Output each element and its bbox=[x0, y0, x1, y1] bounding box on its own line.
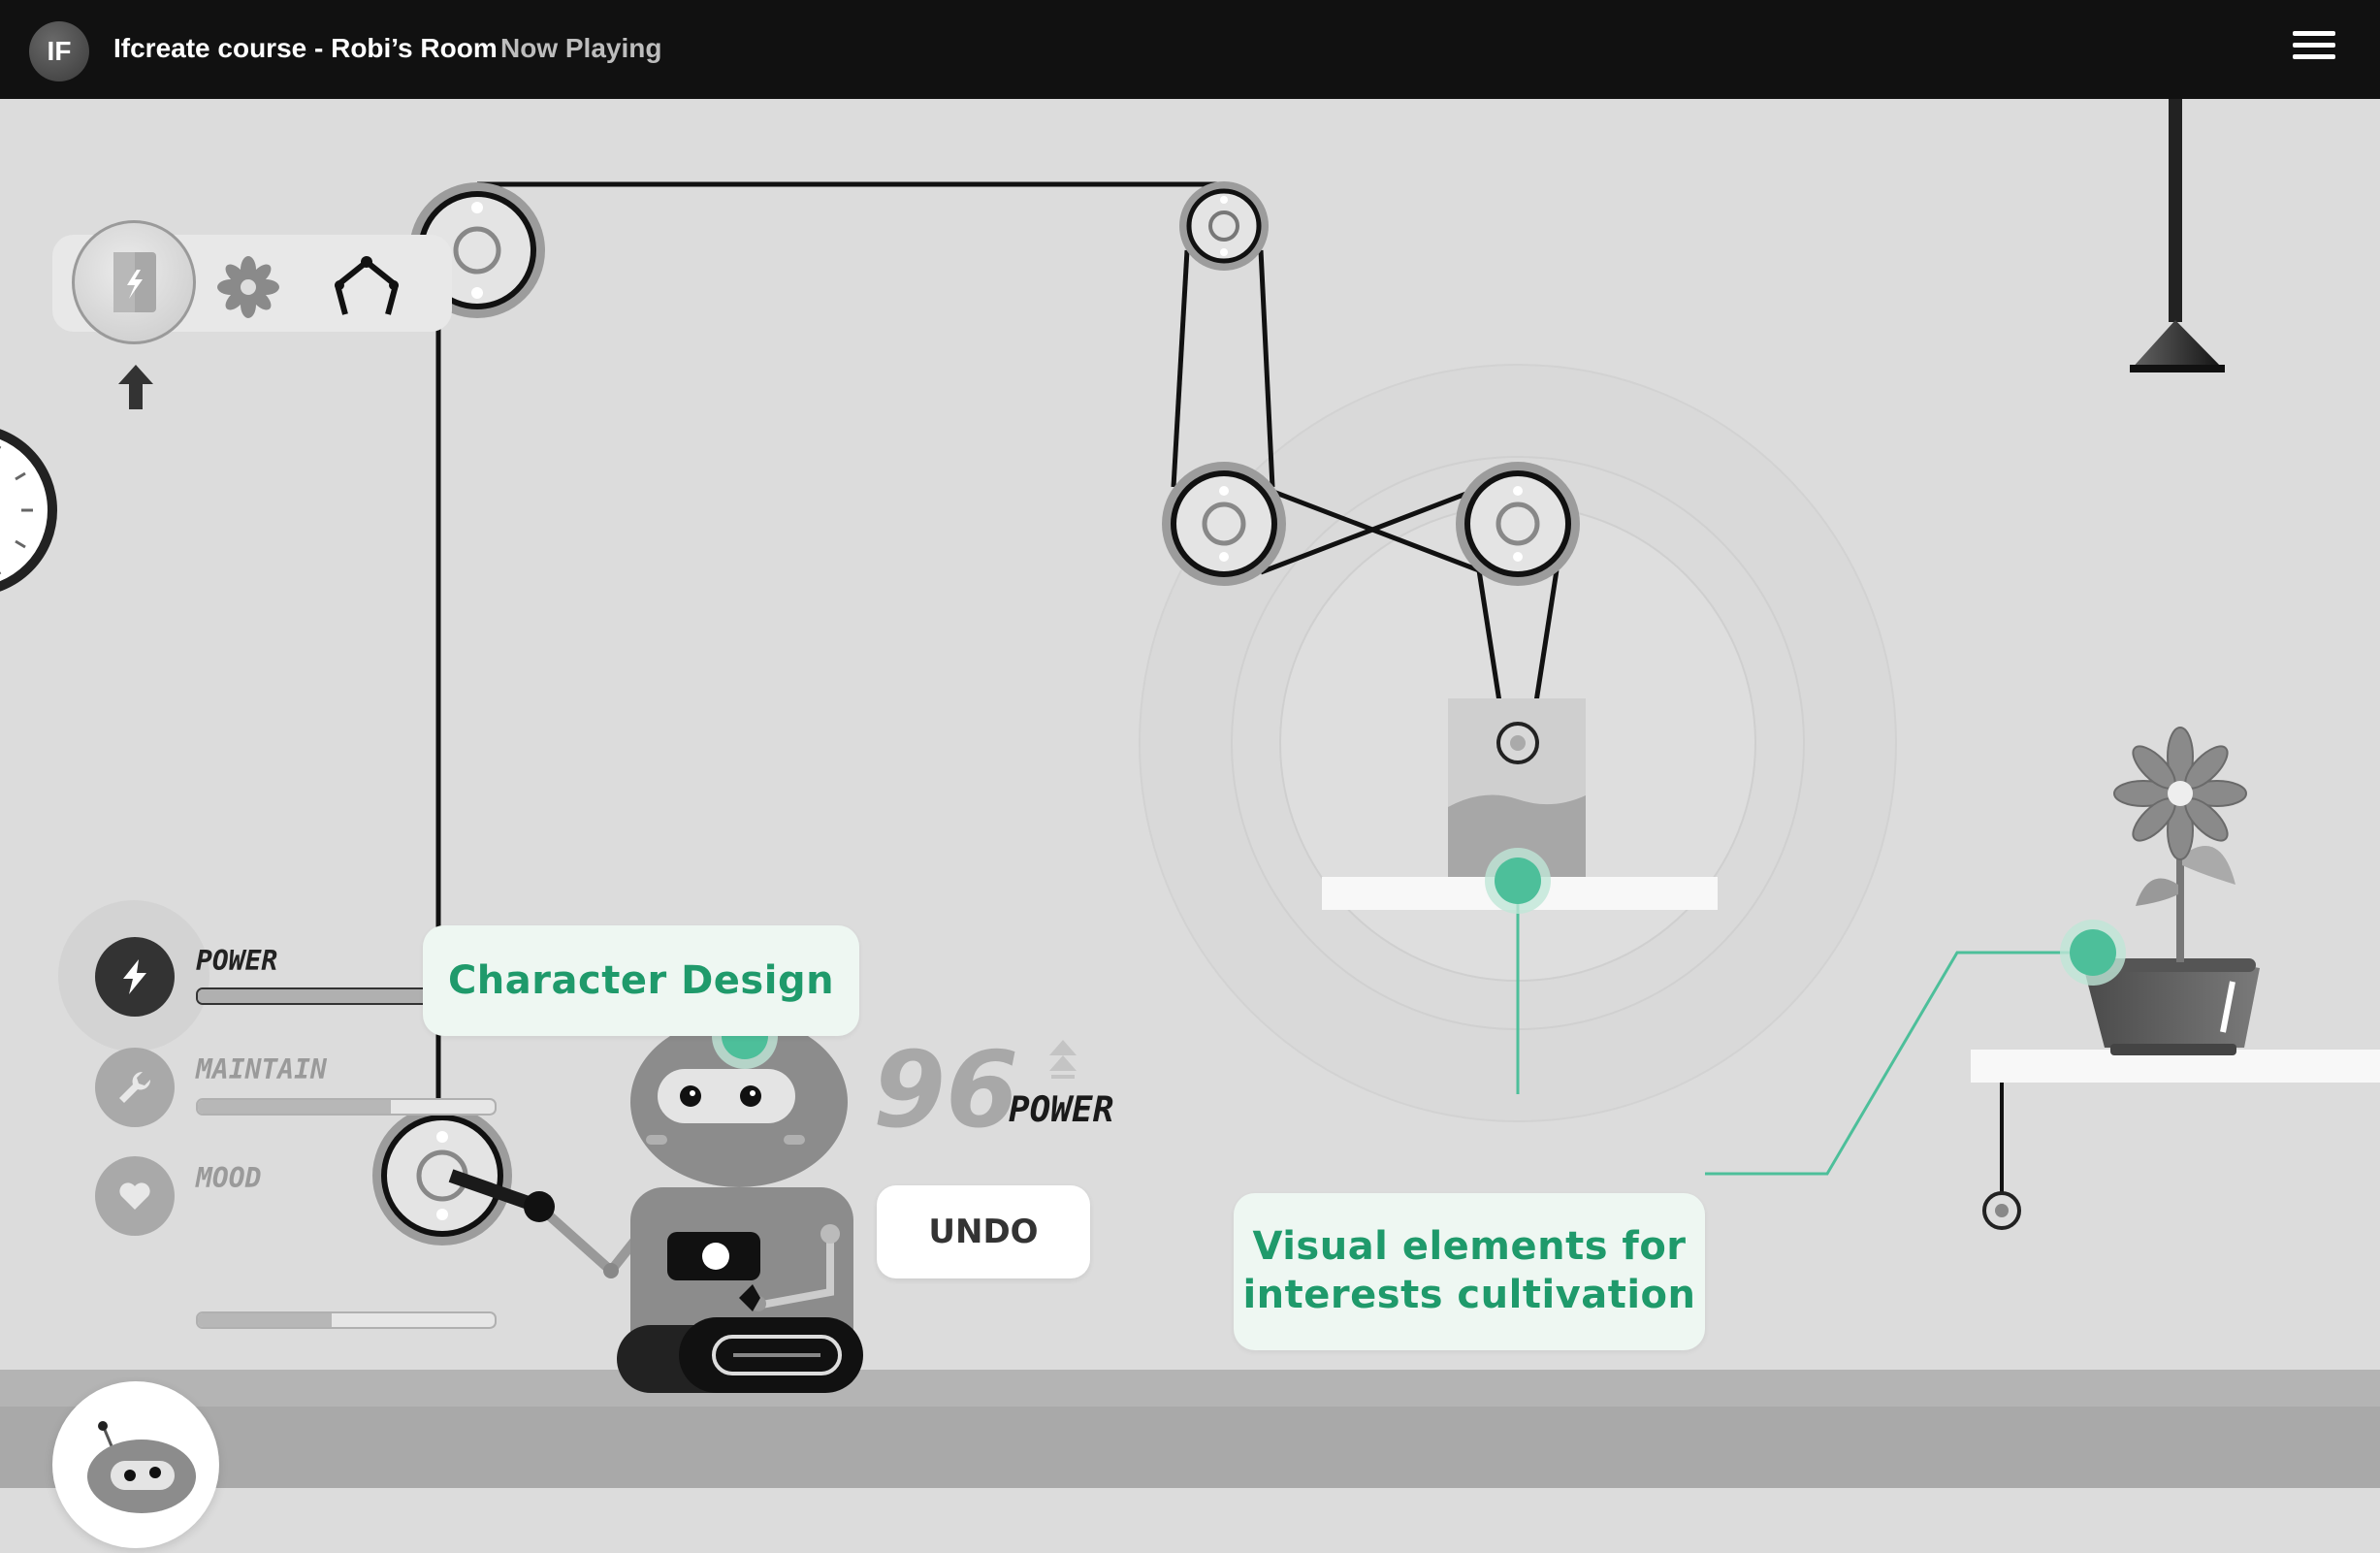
power-label: POWER bbox=[196, 945, 278, 977]
small-pulley bbox=[1496, 722, 1539, 764]
hamburger-menu-icon[interactable] bbox=[2293, 27, 2335, 70]
pulley bbox=[1456, 462, 1580, 586]
now-playing-status: Now Playing bbox=[500, 33, 662, 63]
gear-flower-icon bbox=[217, 256, 279, 318]
wrench-icon bbox=[119, 1071, 151, 1103]
gear-flower-tool-button[interactable] bbox=[211, 250, 285, 324]
pulley bbox=[372, 1106, 512, 1246]
maintain-bar-fill bbox=[198, 1100, 391, 1114]
power-score-unit: POWER bbox=[1009, 1090, 1114, 1130]
visual-callout-line1: Visual elements for bbox=[1252, 1224, 1687, 1269]
wall-clock bbox=[0, 429, 57, 592]
mood-stat-icon-button[interactable] bbox=[95, 1156, 175, 1236]
heart-icon bbox=[119, 1182, 150, 1210]
mood-bar-fill bbox=[198, 1313, 332, 1327]
hotspot-node[interactable] bbox=[1485, 848, 1551, 914]
course-title: Ifcreate course - Robi’s Room bbox=[113, 33, 498, 63]
double-up-arrow-icon bbox=[1049, 1040, 1077, 1079]
maintain-bar bbox=[196, 1098, 497, 1116]
power-score-value: 96 bbox=[873, 1030, 1019, 1151]
robot-avatar-button[interactable] bbox=[52, 1381, 219, 1548]
pulley bbox=[1162, 462, 1286, 586]
mood-bar bbox=[196, 1311, 497, 1329]
power-stat-icon-button[interactable] bbox=[95, 937, 175, 1017]
ceiling-lamp bbox=[2130, 99, 2225, 372]
character-design-callout: Character Design bbox=[423, 925, 859, 1036]
logo-text: IF bbox=[47, 36, 72, 66]
hotspot-node[interactable] bbox=[2060, 920, 2126, 986]
robot-head-icon bbox=[87, 1421, 196, 1513]
if-logo[interactable]: IF bbox=[29, 21, 89, 81]
maintain-stat-icon-button[interactable] bbox=[95, 1048, 175, 1127]
bolt-icon bbox=[123, 959, 146, 994]
up-arrow-icon bbox=[118, 365, 153, 409]
maintain-label: MAINTAIN bbox=[196, 1053, 327, 1085]
flower bbox=[2113, 727, 2247, 860]
pulley bbox=[1179, 181, 1269, 271]
visual-elements-callout: Visual elements for interests cultivatio… bbox=[1234, 1193, 1705, 1350]
visual-callout-line2: interests cultivation bbox=[1242, 1273, 1696, 1317]
robot-claw-icon bbox=[335, 256, 399, 315]
game-stage: POWER MAINTAIN MOOD 96 POWER UNDO Charac… bbox=[0, 99, 2380, 1548]
undo-button[interactable]: UNDO bbox=[877, 1185, 1090, 1278]
top-bar: IF Ifcreate course - Robi’s Room Now Pla… bbox=[0, 0, 2380, 99]
mood-label: MOOD bbox=[196, 1162, 262, 1194]
battery-tool-button[interactable] bbox=[72, 220, 196, 344]
battery-icon bbox=[113, 252, 156, 312]
robot-claw-tool-button[interactable] bbox=[326, 246, 407, 328]
